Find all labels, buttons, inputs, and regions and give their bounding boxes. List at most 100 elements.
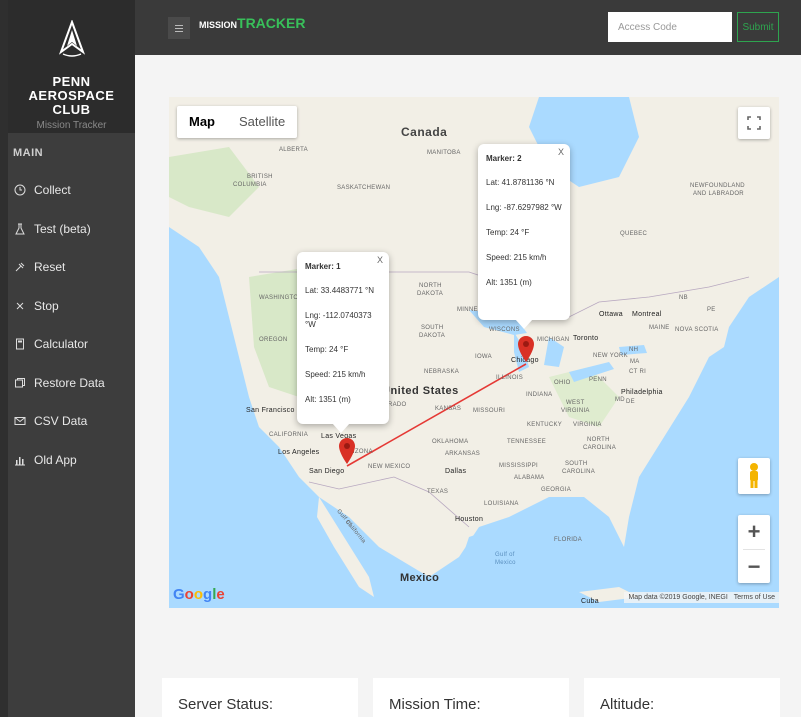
map-label-pe: PE xyxy=(707,307,716,313)
map-label-labrador: AND LABRADOR xyxy=(693,191,744,197)
nav-item-calculator[interactable]: Calculator xyxy=(8,325,135,364)
map-label-nebraska: NEBRASKA xyxy=(424,369,460,375)
map-label-texas: TEXAS xyxy=(427,489,449,495)
access-code-input[interactable] xyxy=(608,12,732,42)
map-label-dallas: Dallas xyxy=(445,468,467,475)
map-label-ottawa: Ottawa xyxy=(599,311,623,318)
close-info-window-1-icon[interactable]: X xyxy=(377,255,383,265)
nav-item-reset[interactable]: Reset xyxy=(8,248,135,287)
altitude-label: Altitude: xyxy=(600,696,655,713)
map-label-manitoba: MANITOBA xyxy=(427,150,461,156)
map-label-nova-scotia: NOVA SCOTIA xyxy=(675,327,719,333)
map-label-oklahoma: OKLAHOMA xyxy=(432,439,469,445)
close-info-window-2-icon[interactable]: X xyxy=(558,147,564,157)
map-label-indiana: INDIANA xyxy=(526,392,553,398)
terms-of-use-link[interactable]: Terms of Use xyxy=(734,594,775,601)
map-label-md: MD xyxy=(615,397,625,403)
map-label-north-carolina-1: NORTH xyxy=(587,437,610,443)
marker-2-title: Marker: 2 xyxy=(486,154,522,163)
map-label-quebec: QUEBEC xyxy=(620,231,648,237)
marker-1-info-window: X Marker: 1 Lat: 33.4483771 °N Lng: -112… xyxy=(297,252,389,433)
nav-item-label: Restore Data xyxy=(34,375,105,390)
map-type-control: Map Satellite xyxy=(177,106,298,138)
zoom-in-button[interactable]: + xyxy=(738,515,770,549)
map-label-south-dakota: DAKOTA xyxy=(419,333,446,339)
map-label-kentucky: KENTUCKY xyxy=(527,422,563,428)
map-label-alabama: ALABAMA xyxy=(514,475,545,481)
fullscreen-button[interactable] xyxy=(738,107,770,139)
map-label-alberta: ALBERTA xyxy=(279,147,308,153)
marker-1-lat: Lat: 33.4483771 °N xyxy=(305,286,375,295)
map-label-san-diego: San Diego xyxy=(309,468,345,475)
street-view-pegman-button[interactable] xyxy=(738,458,770,494)
flask-icon xyxy=(14,223,26,235)
altitude-card: Altitude: xyxy=(584,678,780,717)
nav-item-label: Collect xyxy=(34,183,71,198)
map-label-florida: FLORIDA xyxy=(554,537,583,543)
server-status-card: Server Status: xyxy=(162,678,358,717)
map-label-tennessee: TENNESSEE xyxy=(507,439,547,445)
map-label-new-mexico: NEW MEXICO xyxy=(368,464,411,470)
mission-time-label: Mission Time: xyxy=(389,696,481,713)
map-label-toronto: Toronto xyxy=(573,335,599,342)
submit-button[interactable]: Submit xyxy=(737,12,779,42)
map-label-houston: Houston xyxy=(455,516,484,523)
nav-item-restore-data[interactable]: Restore Data xyxy=(8,364,135,403)
nav-item-label: Test (beta) xyxy=(34,221,91,236)
hamburger-menu-icon[interactable] xyxy=(168,17,190,39)
map-label-georgia: GEORGIA xyxy=(541,487,572,493)
info-window-tail xyxy=(515,319,533,329)
sidebar-header: PENN AEROSPACE CLUB Mission Tracker xyxy=(8,0,135,133)
club-logo-icon xyxy=(58,19,85,57)
marker-1-title: Marker: 1 xyxy=(305,262,341,271)
map-label-united-states: United States xyxy=(382,385,459,397)
map-label-ct-ri: CT RI xyxy=(629,369,647,375)
map[interactable]: Map Satellite Canada ALBERTA MANITOBA BR… xyxy=(169,97,779,608)
map-label-iowa: IOWA xyxy=(475,354,492,360)
nav-item-test-beta[interactable]: Test (beta) xyxy=(8,210,135,249)
map-label-missouri: MISSOURI xyxy=(473,408,506,414)
map-label-west: WEST xyxy=(566,400,585,406)
server-status-label: Server Status: xyxy=(178,696,274,713)
nav-item-collect[interactable]: Collect xyxy=(8,171,135,210)
zoom-out-button[interactable]: − xyxy=(738,550,770,584)
map-label-ma: MA xyxy=(630,359,640,365)
map-label-north-carolina-2: CAROLINA xyxy=(583,445,617,451)
nav-item-old-app[interactable]: Old App xyxy=(8,441,135,480)
nav-item-stop[interactable]: Stop xyxy=(8,287,135,326)
google-logo[interactable]: Google xyxy=(173,586,225,603)
pegman-icon xyxy=(750,463,758,488)
map-label-maine: MAINE xyxy=(649,325,670,331)
map-type-map-button[interactable]: Map xyxy=(177,106,227,138)
nav-item-label: Stop xyxy=(34,298,59,313)
map-label-michigan: MICHIGAN xyxy=(537,337,570,343)
map-marker-2-icon[interactable] xyxy=(516,335,536,365)
mission-time-card: Mission Time: xyxy=(373,678,569,717)
info-window-tail xyxy=(332,423,350,433)
map-label-newfoundland: NEWFOUNDLAND xyxy=(690,183,745,189)
map-label-mississippi: MISSISSIPPI xyxy=(499,463,538,469)
map-label-mexico: Mexico xyxy=(400,572,440,584)
club-name-line2: CLUB xyxy=(52,102,91,117)
nav-item-csv-data[interactable]: CSV Data xyxy=(8,402,135,441)
map-type-satellite-button[interactable]: Satellite xyxy=(227,106,297,138)
map-attribution: Map data ©2019 Google, INEGI Terms of Us… xyxy=(624,592,779,603)
brand-suffix: TRACKER xyxy=(237,15,306,31)
brand: MISSION TRACKER xyxy=(199,15,305,31)
map-marker-1-icon[interactable] xyxy=(337,437,357,467)
reset-icon xyxy=(14,261,26,273)
clock-icon xyxy=(14,184,26,196)
main-content: Map Satellite Canada ALBERTA MANITOBA BR… xyxy=(135,55,801,717)
nav-item-label: CSV Data xyxy=(34,414,88,429)
mail-icon xyxy=(14,415,26,427)
map-label-louisiana: LOUISIANA xyxy=(484,501,519,507)
marker-1-alt: Alt: 1351 (m) xyxy=(305,395,351,404)
brand-prefix: MISSION xyxy=(199,20,238,30)
top-navbar: MISSION TRACKER Submit xyxy=(135,0,801,55)
map-label-west-virginia: VIRGINIA xyxy=(561,408,590,414)
fullscreen-icon xyxy=(747,116,761,130)
map-label-cuba: Cuba xyxy=(581,598,599,605)
map-label-los-angeles: Los Angeles xyxy=(278,449,320,456)
marker-1-speed: Speed: 215 km/h xyxy=(305,370,366,379)
map-label-arkansas: ARKANSAS xyxy=(445,451,481,457)
